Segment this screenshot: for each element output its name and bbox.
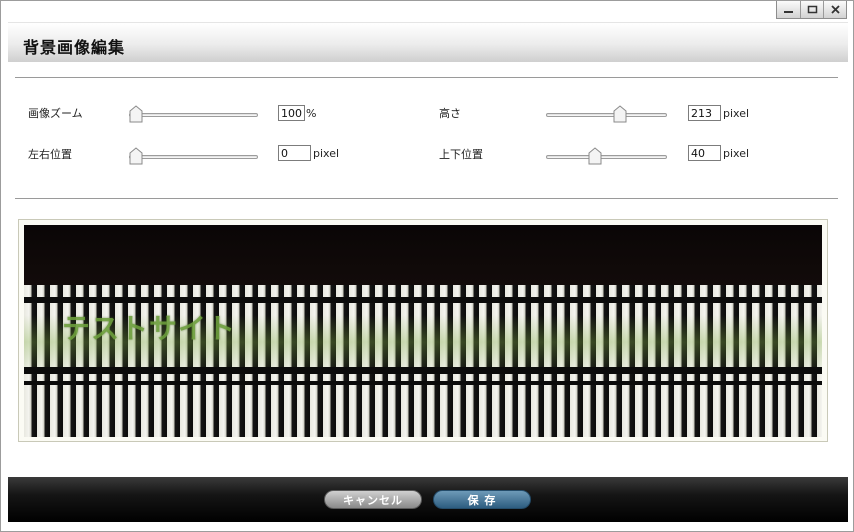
fence-rail-lower <box>24 381 822 385</box>
top-divider <box>15 77 838 78</box>
horizontal-position-slider-thumb[interactable] <box>129 147 143 165</box>
height-slider-thumb[interactable] <box>613 105 627 123</box>
height-unit: pixel <box>723 107 750 120</box>
height-input[interactable] <box>688 105 721 121</box>
horizontal-position-slider[interactable] <box>129 147 258 165</box>
horizontal-position-unit: pixel <box>313 147 340 160</box>
zoom-slider-thumb[interactable] <box>129 105 143 123</box>
zoom-slider-track[interactable] <box>129 113 258 117</box>
fence-rail-top <box>24 297 822 303</box>
window-controls <box>776 1 847 19</box>
fence-rail-middle <box>24 367 822 374</box>
horizontal-position-slider-track[interactable] <box>129 155 258 159</box>
cancel-button[interactable]: キャンセル <box>324 490 422 509</box>
dialog-title: 背景画像編集 <box>23 38 126 57</box>
height-slider-track[interactable] <box>546 113 667 117</box>
dialog-window: 背景画像編集 画像ズーム % 高さ pixel 左右位置 pixel 上下位置 … <box>0 0 854 532</box>
horizontal-position-label: 左右位置 <box>28 148 72 161</box>
zoom-input[interactable] <box>278 105 305 121</box>
site-title: テストサイト <box>62 312 237 345</box>
vertical-position-label: 上下位置 <box>439 148 483 161</box>
vertical-position-unit: pixel <box>723 147 750 160</box>
vertical-position-slider-thumb[interactable] <box>588 147 602 165</box>
vertical-position-slider[interactable] <box>546 147 667 165</box>
close-icon[interactable] <box>823 1 846 18</box>
zoom-slider[interactable] <box>129 105 258 123</box>
height-slider[interactable] <box>546 105 667 123</box>
background-preview-image[interactable]: テストサイト <box>24 225 822 437</box>
preview-frame: テストサイト <box>18 219 828 442</box>
minimize-icon[interactable] <box>777 1 800 18</box>
horizontal-position-input[interactable] <box>278 145 311 161</box>
height-label: 高さ <box>439 107 461 120</box>
zoom-label: 画像ズーム <box>28 107 83 120</box>
footer-bar: キャンセル 保 存 <box>8 477 848 522</box>
middle-divider <box>15 198 838 199</box>
zoom-unit: % <box>306 107 317 120</box>
maximize-icon[interactable] <box>800 1 823 18</box>
vertical-position-input[interactable] <box>688 145 721 161</box>
vertical-position-slider-track[interactable] <box>546 155 667 159</box>
title-bar: 背景画像編集 <box>8 22 848 62</box>
save-button[interactable]: 保 存 <box>433 490 531 509</box>
